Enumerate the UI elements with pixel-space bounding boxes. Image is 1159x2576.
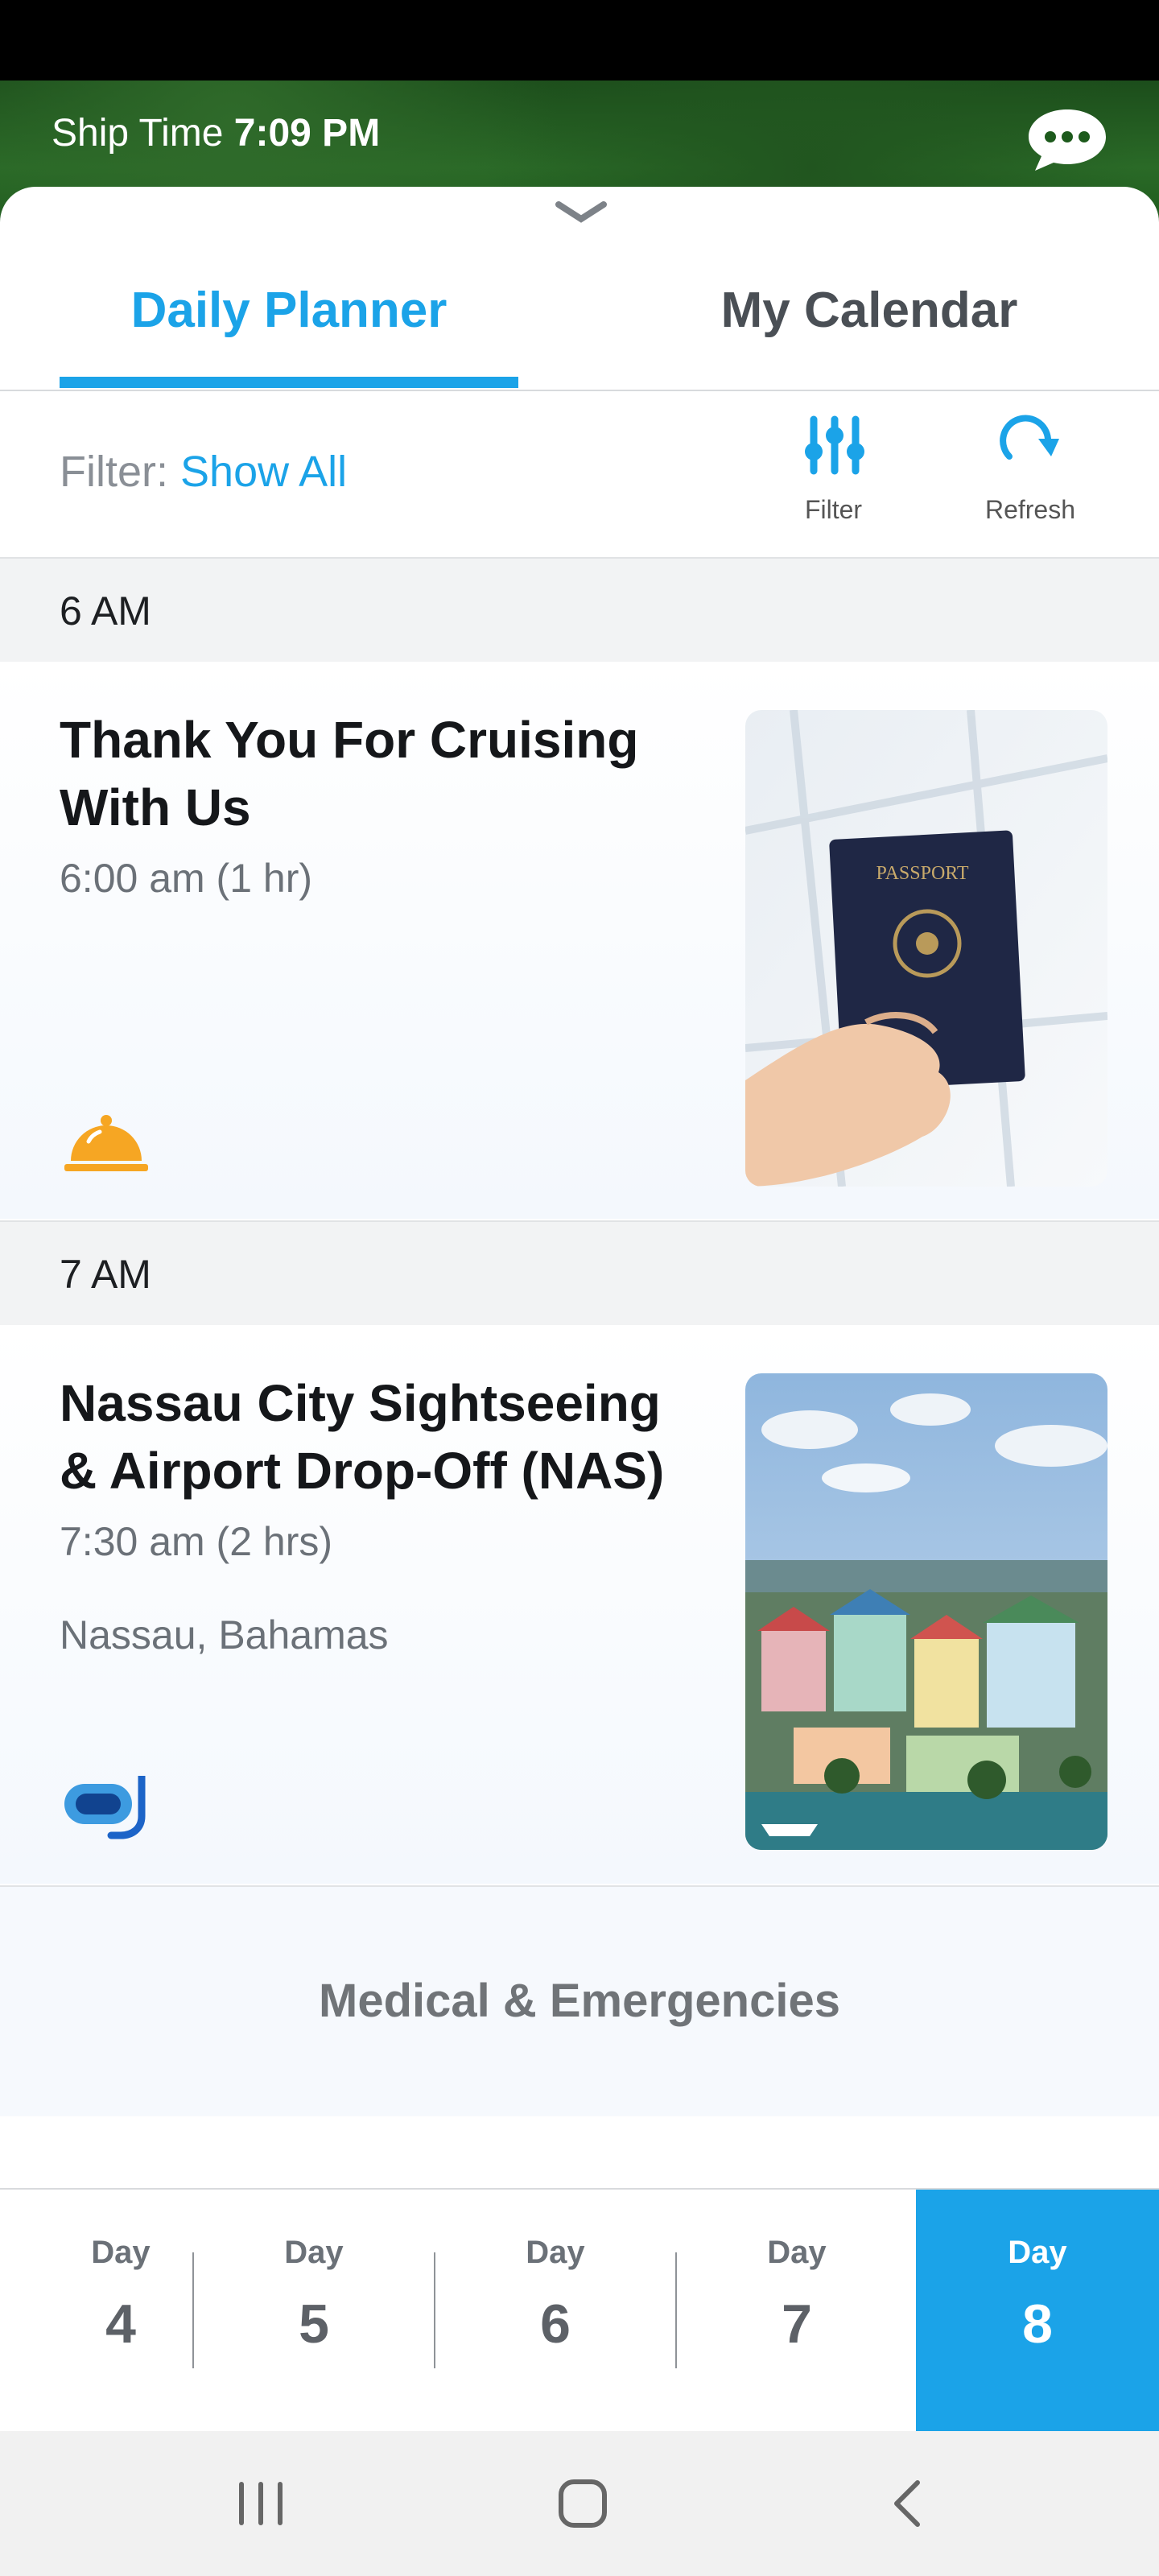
refresh-icon xyxy=(1000,415,1059,460)
status-bar xyxy=(0,0,1159,80)
event-title: Thank You For Cruising With Us xyxy=(60,711,639,836)
event-location: Nassau, Bahamas xyxy=(60,1612,389,1657)
ship-time-label: Ship Time xyxy=(52,112,224,155)
hour-label: 6 AM xyxy=(60,588,151,634)
svg-text:PASSPORT: PASSPORT xyxy=(876,863,968,884)
day-number: 5 xyxy=(299,2293,329,2355)
hour-label: 7 AM xyxy=(60,1252,151,1297)
filter-button[interactable]: Filter xyxy=(779,411,888,531)
day-6-button[interactable]: Day 6 xyxy=(435,2190,676,2431)
divider xyxy=(0,390,1159,391)
day-word: Day xyxy=(526,2235,585,2270)
day-selector: Day 4 Day 5 Day 6 Day 7 Day 8 xyxy=(0,2188,1159,2431)
day-word: Day xyxy=(1008,2235,1067,2270)
medical-emergencies-label: Medical & Emergencies xyxy=(319,1975,840,2027)
snorkel-mask-icon xyxy=(64,1776,146,1839)
refresh-button[interactable]: Refresh xyxy=(966,411,1095,531)
chat-button[interactable] xyxy=(1024,106,1111,172)
back-icon[interactable] xyxy=(889,2478,924,2529)
sliders-icon xyxy=(805,415,864,475)
day-number: 7 xyxy=(782,2293,812,2355)
filter-button-label: Filter xyxy=(804,495,863,524)
event-title: Nassau City Sightseeing & Airport Drop-O… xyxy=(60,1374,665,1500)
home-icon[interactable] xyxy=(557,2478,608,2529)
chat-bubble-icon xyxy=(1029,109,1106,171)
ship-time: Ship Time 7:09 PM xyxy=(52,111,380,155)
medical-emergencies-link[interactable]: Medical & Emergencies xyxy=(0,1885,1159,2116)
day-7-button[interactable]: Day 7 xyxy=(676,2190,918,2431)
filter-label: Filter: xyxy=(60,448,168,496)
refresh-button-label: Refresh xyxy=(984,495,1076,524)
active-tab-indicator xyxy=(60,377,518,388)
hour-header: 7 AM xyxy=(0,1220,1159,1327)
hour-header: 6 AM xyxy=(0,557,1159,663)
day-5-button[interactable]: Day 5 xyxy=(193,2190,435,2431)
day-number: 8 xyxy=(1022,2293,1053,2355)
event-card[interactable]: Nassau City Sightseeing & Airport Drop-O… xyxy=(0,1325,1159,1884)
day-number: 6 xyxy=(540,2293,571,2355)
system-nav-bar xyxy=(0,2431,1159,2576)
passport-photo: PASSPORT xyxy=(745,710,1107,1187)
tab-daily-planner[interactable]: Daily Planner xyxy=(60,282,518,354)
day-word: Day xyxy=(284,2235,344,2270)
nassau-town-photo xyxy=(745,1373,1107,1850)
day-word: Day xyxy=(767,2235,827,2270)
filter-status[interactable]: Filter: Show All xyxy=(60,447,347,497)
tab-my-calendar[interactable]: My Calendar xyxy=(636,282,1103,354)
event-card[interactable]: Thank You For Cruising With Us 6:00 am (… xyxy=(0,662,1159,1219)
collapse-chevron-icon[interactable] xyxy=(555,200,607,227)
recent-apps-icon[interactable] xyxy=(235,2479,287,2528)
filter-value: Show All xyxy=(180,448,348,496)
day-8-button[interactable]: Day 8 xyxy=(916,2190,1159,2431)
ship-time-value: 7:09 PM xyxy=(233,112,381,155)
service-bell-icon xyxy=(64,1115,148,1171)
event-time: 6:00 am (1 hr) xyxy=(60,856,313,901)
event-time: 7:30 am (2 hrs) xyxy=(60,1519,333,1564)
